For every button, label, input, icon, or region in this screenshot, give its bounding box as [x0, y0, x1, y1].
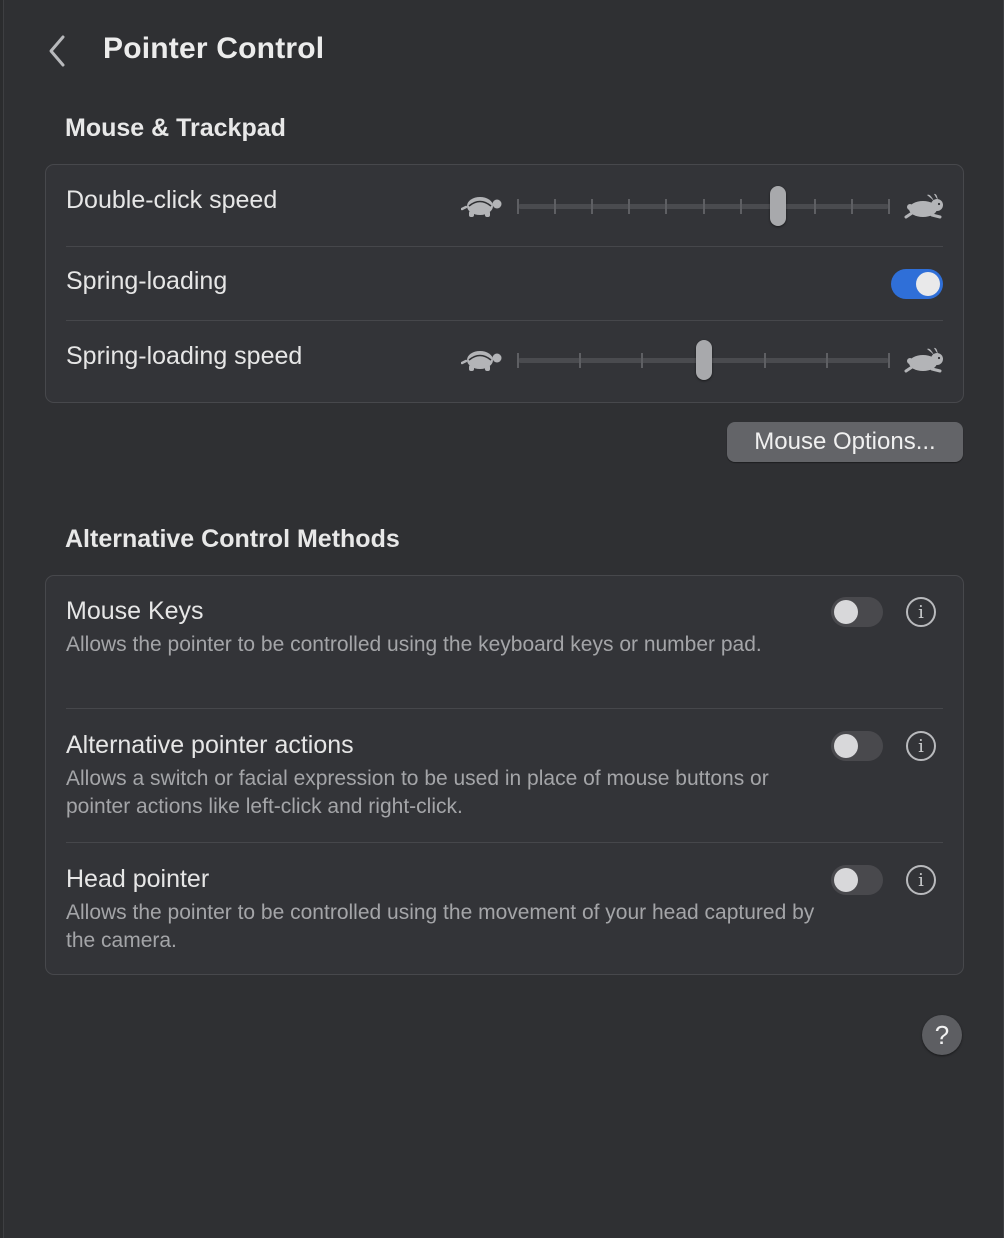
slider-tick [517, 353, 519, 368]
toggle-knob [834, 868, 858, 892]
page-title: Pointer Control [103, 32, 325, 65]
alternative-pointer-actions-row: Alternative pointer actions Allows a swi… [66, 709, 943, 842]
slider-tick [702, 199, 705, 214]
double-click-speed-label: Double-click speed [66, 186, 278, 214]
settings-window: Pointer Control Mouse & Trackpad Double-… [3, 0, 1004, 1238]
double-click-speed-thumb[interactable] [769, 186, 786, 226]
slider-tick [554, 199, 557, 214]
spring-loading-speed-label: Spring-loading speed [66, 342, 303, 370]
rabbit-icon [904, 347, 948, 378]
mouse-keys-description: Allows the pointer to be controlled usin… [66, 633, 762, 656]
slider-tick [578, 353, 581, 368]
slider-tick [640, 353, 643, 368]
head-pointer-row: Head pointer Allows the pointer to be co… [66, 843, 943, 974]
chevron-left-icon [49, 35, 65, 67]
alternative-pointer-actions-toggle[interactable] [831, 731, 883, 761]
slider-tick [665, 199, 668, 214]
slider-tick [591, 199, 594, 214]
slider-tick [888, 199, 890, 214]
slider-tick [888, 353, 890, 368]
slider-tick [628, 199, 631, 214]
mouse-keys-info-icon[interactable]: i [906, 597, 936, 627]
alternative-pointer-actions-label: Alternative pointer actions [66, 731, 354, 759]
toggle-knob [834, 600, 858, 624]
head-pointer-toggle[interactable] [831, 865, 883, 895]
alternative-pointer-actions-info-icon[interactable]: i [906, 731, 936, 761]
slider-tick [517, 199, 519, 214]
turtle-icon [460, 347, 505, 378]
mouse-keys-toggle[interactable] [831, 597, 883, 627]
help-button[interactable]: ? [922, 1015, 962, 1055]
slider-tick [764, 353, 767, 368]
slider-tick [826, 353, 829, 368]
alternative-pointer-actions-description: Allows a switch or facial expression to … [66, 767, 769, 818]
mouse-keys-row: Mouse Keys Allows the pointer to be cont… [66, 576, 943, 708]
spring-loading-toggle[interactable] [891, 269, 943, 299]
rabbit-icon [904, 193, 948, 224]
double-click-speed-row: Double-click speed [66, 165, 943, 247]
section-title-mouse-trackpad: Mouse & Trackpad [65, 114, 286, 142]
double-click-speed-slider[interactable] [460, 185, 948, 227]
head-pointer-label: Head pointer [66, 865, 210, 893]
head-pointer-info-icon[interactable]: i [906, 865, 936, 895]
mouse-trackpad-group: Double-click speed Spring-loading Spring… [45, 164, 964, 403]
section-title-alternative-control: Alternative Control Methods [65, 525, 400, 553]
toggle-knob [834, 734, 858, 758]
back-button[interactable] [42, 32, 72, 70]
spring-loading-row: Spring-loading [66, 247, 943, 321]
mouse-keys-label: Mouse Keys [66, 597, 204, 625]
spring-loading-speed-row: Spring-loading speed [66, 321, 943, 402]
spring-loading-speed-thumb[interactable] [695, 340, 712, 380]
slider-tick [813, 199, 816, 214]
spring-loading-label: Spring-loading [66, 267, 228, 295]
head-pointer-description: Allows the pointer to be controlled usin… [66, 901, 815, 952]
spring-loading-speed-slider[interactable] [460, 339, 948, 381]
slider-tick [850, 199, 853, 214]
turtle-icon [460, 193, 505, 224]
header: Pointer Control [4, 0, 1003, 100]
toggle-knob [916, 272, 940, 296]
alternative-control-group: Mouse Keys Allows the pointer to be cont… [45, 575, 964, 975]
slider-tick [739, 199, 742, 214]
mouse-options-button[interactable]: Mouse Options... [727, 422, 963, 462]
